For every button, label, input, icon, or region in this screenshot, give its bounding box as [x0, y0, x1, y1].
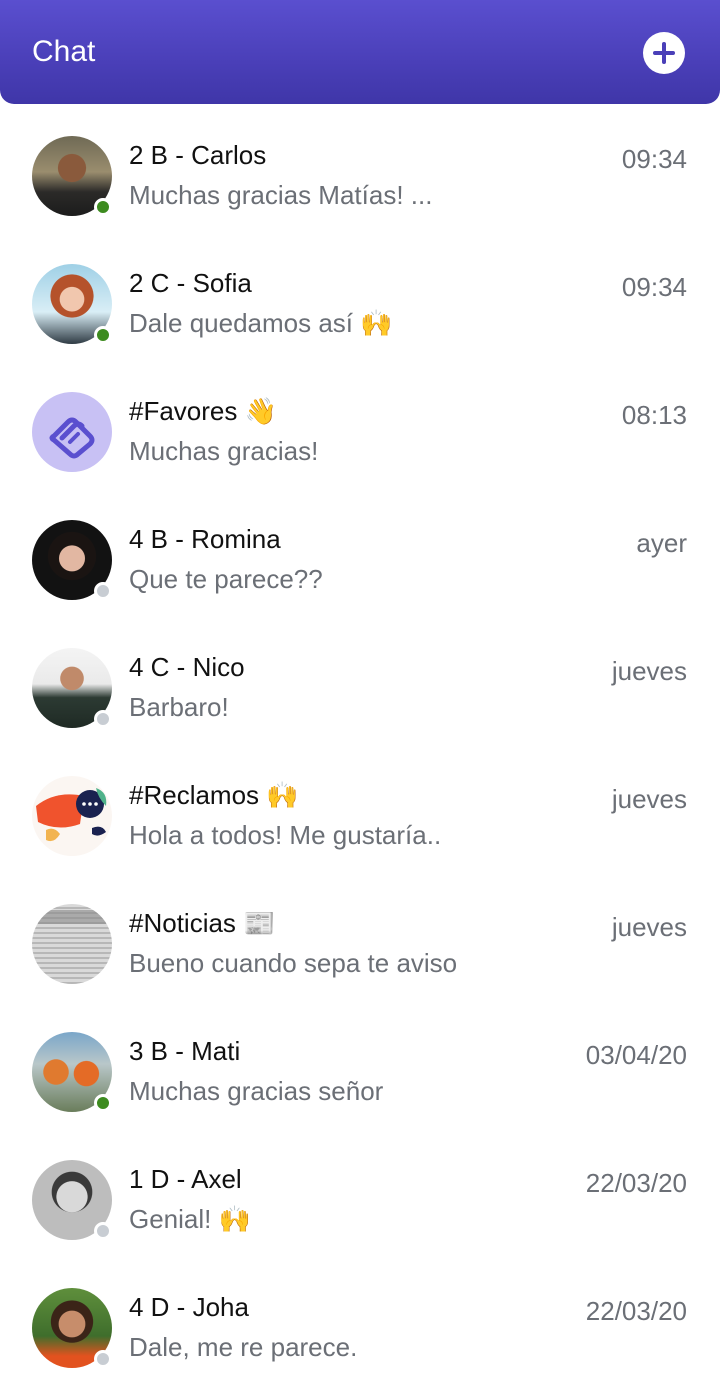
avatar [32, 1288, 112, 1368]
chat-item-favores[interactable]: #Favores 👋 Muchas gracias! 08:13 [0, 360, 720, 488]
chat-time: jueves [611, 784, 687, 814]
chat-name: 2 C - Sofia [129, 268, 252, 298]
avatar [32, 264, 112, 344]
plus-icon [643, 32, 720, 112]
chat-name: #Favores 👋 [129, 396, 277, 426]
chat-time: 09:34 [621, 144, 687, 174]
chat-item-mati[interactable]: 3 B - Mati Muchas gracias señor 03/04/20 [0, 1000, 720, 1128]
chat-preview: Que te parece?? [129, 564, 323, 594]
chat-item-carlos[interactable]: 2 B - Carlos Muchas gracias Matías! ... … [0, 104, 720, 232]
online-status-icon [94, 1094, 112, 1112]
chat-name: #Noticias 📰 [129, 908, 276, 938]
app-header: Chat [0, 0, 720, 104]
chat-preview: Muchas gracias Matías! ... [129, 180, 433, 210]
chat-time: jueves [611, 656, 687, 686]
chat-item-sofia[interactable]: 2 C - Sofia Dale quedamos así 🙌 09:34 [0, 232, 720, 360]
newspaper-icon [32, 904, 112, 984]
chat-preview: Dale quedamos así 🙌 [129, 308, 393, 338]
chat-list: 2 B - Carlos Muchas gracias Matías! ... … [0, 104, 720, 1384]
offline-status-icon [94, 582, 112, 600]
newspaper-masthead [38, 910, 106, 924]
chat-preview: Muchas gracias señor [129, 1076, 384, 1106]
chat-preview: Bueno cuando sepa te aviso [129, 948, 458, 978]
chat-name: 4 C - Nico [129, 652, 245, 682]
chat-item-noticias[interactable]: #Noticias 📰 Bueno cuando sepa te aviso j… [0, 872, 720, 1000]
chat-time: 22/03/20 [585, 1168, 687, 1198]
avatar [32, 1032, 112, 1112]
online-status-icon [94, 326, 112, 344]
chat-name: 2 B - Carlos [129, 140, 267, 170]
offline-status-icon [94, 710, 112, 728]
chat-time: 22/03/20 [585, 1296, 687, 1326]
avatar [32, 904, 112, 984]
chat-time: 08:13 [621, 400, 687, 430]
chat-name: 3 B - Mati [129, 1036, 241, 1066]
chat-preview: Dale, me re parece. [129, 1332, 358, 1362]
chat-time: 03/04/20 [585, 1040, 687, 1070]
offline-status-icon [94, 1350, 112, 1368]
avatar [32, 392, 112, 472]
chat-time: jueves [611, 912, 687, 942]
new-chat-button[interactable] [643, 32, 685, 74]
page-title: Chat [32, 35, 96, 68]
chat-preview: Genial! 🙌 [129, 1204, 251, 1234]
chat-item-nico[interactable]: 4 C - Nico Barbaro! jueves [0, 616, 720, 744]
avatar [32, 776, 112, 856]
handshake-icon [32, 392, 112, 472]
offline-status-icon [94, 1222, 112, 1240]
chat-item-axel[interactable]: 1 D - Axel Genial! 🙌 22/03/20 [0, 1128, 720, 1256]
avatar [32, 520, 112, 600]
chat-item-romina[interactable]: 4 B - Romina Que te parece?? ayer [0, 488, 720, 616]
online-status-icon [94, 198, 112, 216]
chat-preview: Hola a todos! Me gustaría.. [129, 820, 442, 850]
avatar [32, 648, 112, 728]
group-illustration-icon [32, 776, 112, 856]
chat-time: 09:34 [621, 272, 687, 302]
chat-item-joha[interactable]: 4 D - Joha Dale, me re parece. 22/03/20 [0, 1256, 720, 1384]
chat-name: 4 D - Joha [129, 1292, 249, 1322]
chat-preview: Muchas gracias! [129, 436, 319, 466]
avatar [32, 136, 112, 216]
chat-name: 4 B - Romina [129, 524, 281, 554]
chat-name: #Reclamos 🙌 [129, 780, 299, 810]
chat-preview: Barbaro! [129, 692, 229, 722]
chat-item-reclamos[interactable]: #Reclamos 🙌 Hola a todos! Me gustaría.. … [0, 744, 720, 872]
avatar [32, 1160, 112, 1240]
chat-name: 1 D - Axel [129, 1164, 242, 1194]
chat-time: ayer [636, 528, 687, 558]
